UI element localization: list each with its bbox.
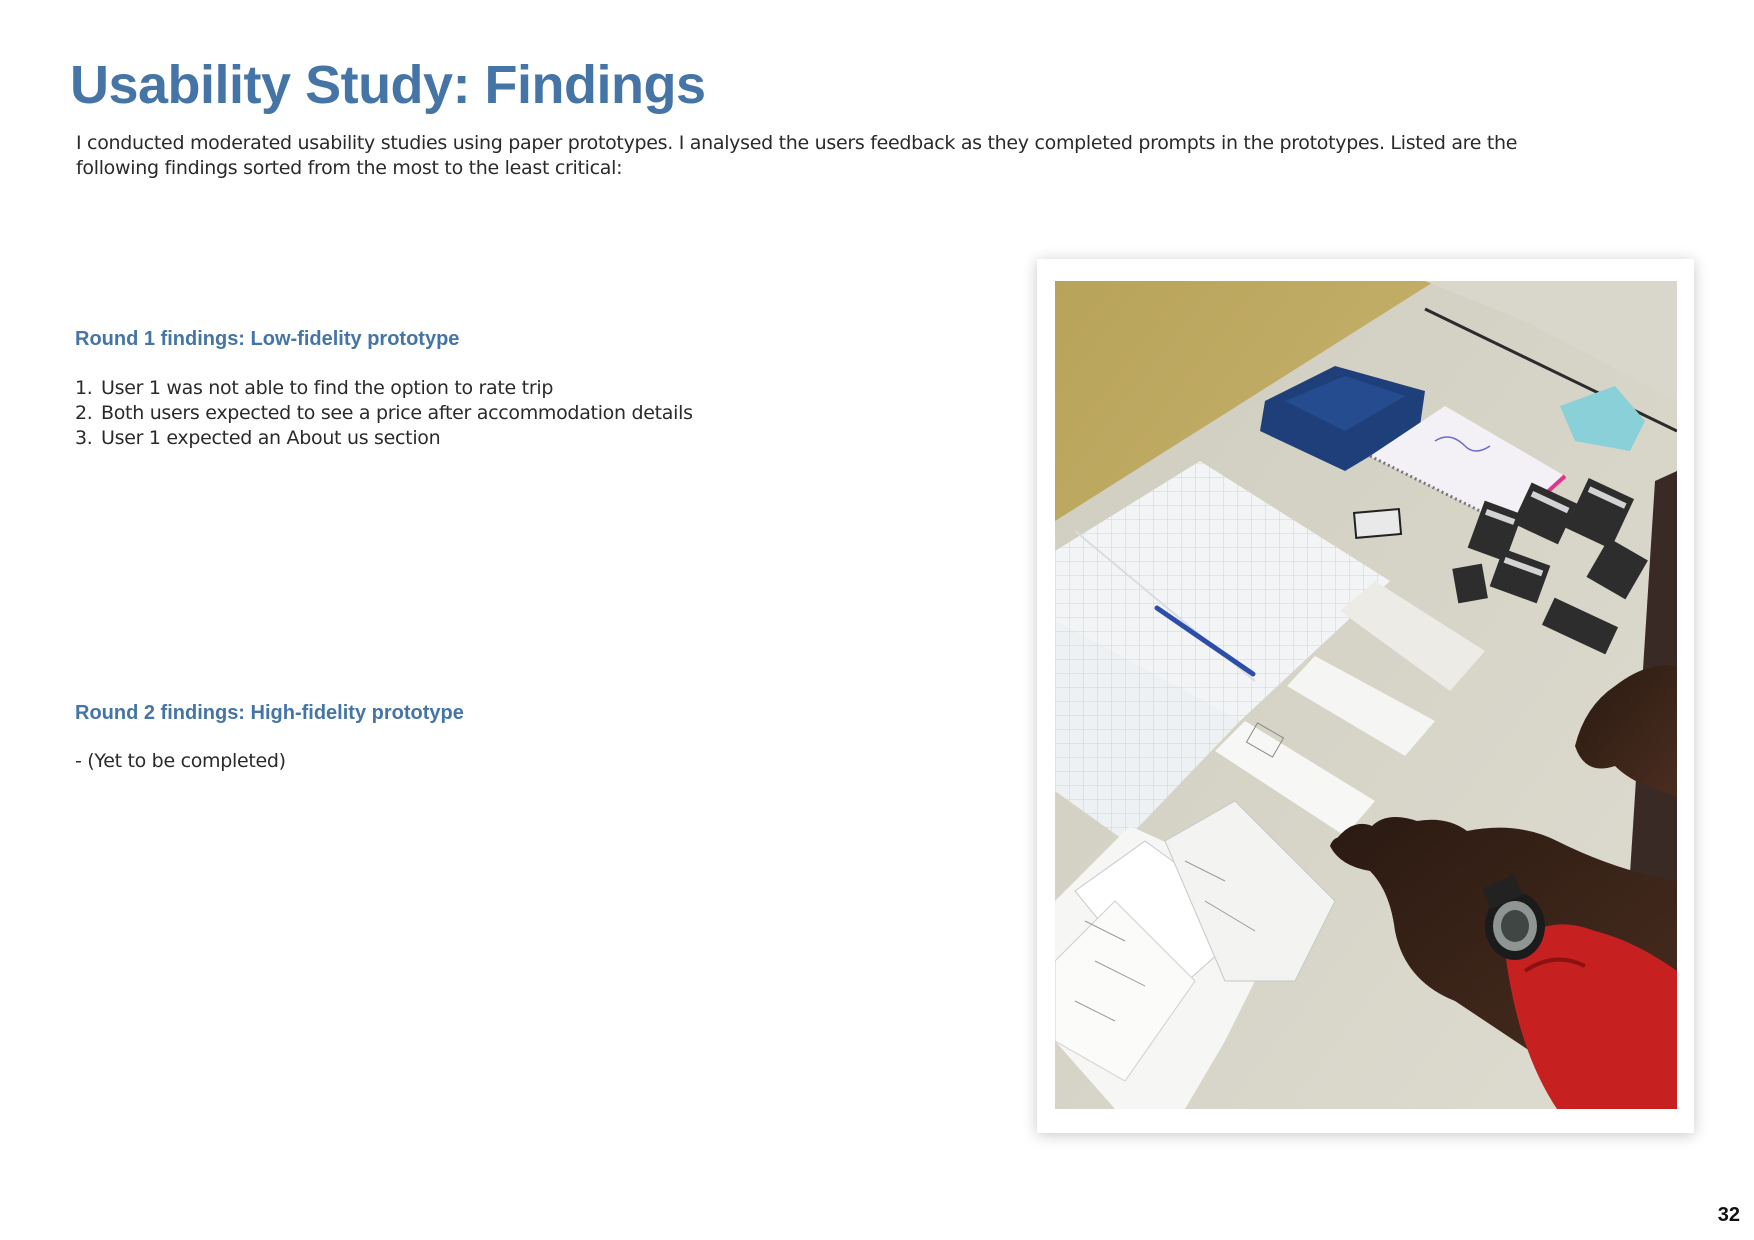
usability-session-photo: [1055, 281, 1677, 1109]
round2-heading: Round 2 findings: High-fidelity prototyp…: [75, 702, 464, 724]
list-item-text: User 1 was not able to find the option t…: [101, 377, 554, 399]
list-item-number: 3.: [75, 427, 93, 449]
list-item-number: 1.: [75, 377, 93, 399]
round1-heading: Round 1 findings: Low-fidelity prototype: [75, 328, 460, 350]
list-item: 3. User 1 expected an About us section: [75, 426, 693, 451]
round1-findings-list: 1. User 1 was not able to find the optio…: [75, 376, 693, 451]
list-item: 1. User 1 was not able to find the optio…: [75, 376, 693, 401]
list-item: 2. Both users expected to see a price af…: [75, 401, 693, 426]
photo-frame: [1037, 259, 1694, 1133]
round2-status-text: - (Yet to be completed): [75, 750, 286, 772]
page-title: Usability Study: Findings: [70, 55, 706, 115]
intro-paragraph: I conducted moderated usability studies …: [76, 132, 1518, 179]
page-number: 32: [1717, 1204, 1740, 1226]
list-item-text: Both users expected to see a price after…: [101, 402, 693, 424]
list-item-number: 2.: [75, 402, 93, 424]
list-item-text: User 1 expected an About us section: [101, 427, 441, 449]
